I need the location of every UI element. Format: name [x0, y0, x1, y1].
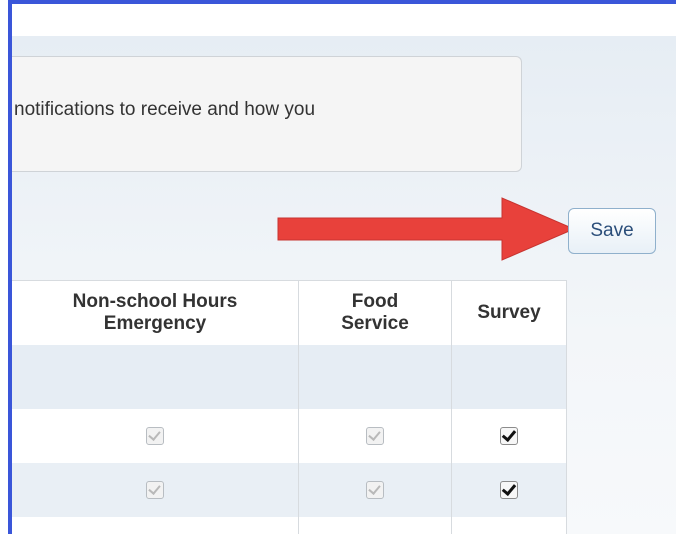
table-row: [12, 409, 567, 463]
table-cell: [298, 463, 452, 517]
food-service-checkbox: [366, 480, 384, 499]
notification-settings-table: Non-school Hours Emergency Food Service …: [12, 280, 567, 534]
table-row: [12, 463, 567, 517]
table-cell: [451, 409, 567, 463]
table-cell: [298, 409, 452, 463]
table-cell: [12, 345, 299, 409]
notice-text: notifications to receive and how you: [14, 99, 316, 120]
table-row: [12, 517, 567, 534]
top-bar: [8, 0, 676, 36]
column-header-food-service: Food Service: [298, 280, 452, 345]
save-button[interactable]: Save: [568, 208, 656, 254]
table-cell: [451, 517, 567, 534]
table-group-row: [12, 345, 567, 409]
column-header-line: Non-school Hours: [72, 291, 238, 312]
column-header-line: Food: [351, 291, 399, 312]
table-cell: [451, 463, 567, 517]
non-school-hours-emergency-checkbox: [146, 426, 164, 445]
table-cell: [12, 517, 299, 534]
table-cell: [451, 345, 567, 409]
survey-checkbox[interactable]: [500, 480, 518, 499]
info-notice: notifications to receive and how you: [12, 56, 522, 172]
red-arrow-annotation: [277, 197, 576, 261]
survey-checkbox[interactable]: [500, 426, 518, 445]
table-cell: [12, 463, 299, 517]
column-header-non-school-hours-emergency: Non-school Hours Emergency: [12, 280, 299, 345]
food-service-checkbox: [366, 426, 384, 445]
app-window: notifications to receive and how you Sav…: [0, 0, 676, 534]
table-cell: [298, 517, 452, 534]
column-header-survey: Survey: [451, 280, 567, 345]
table-cell: [12, 409, 299, 463]
non-school-hours-emergency-checkbox: [146, 480, 164, 499]
column-header-line: Service: [341, 313, 409, 334]
column-header-line: Survey: [477, 302, 541, 323]
column-header-line: Emergency: [103, 313, 207, 334]
table-header-row: Non-school Hours Emergency Food Service …: [12, 280, 567, 345]
table-cell: [298, 345, 452, 409]
arrow-shape: [277, 197, 576, 261]
notification-preferences-panel: notifications to receive and how you Sav…: [12, 36, 676, 534]
